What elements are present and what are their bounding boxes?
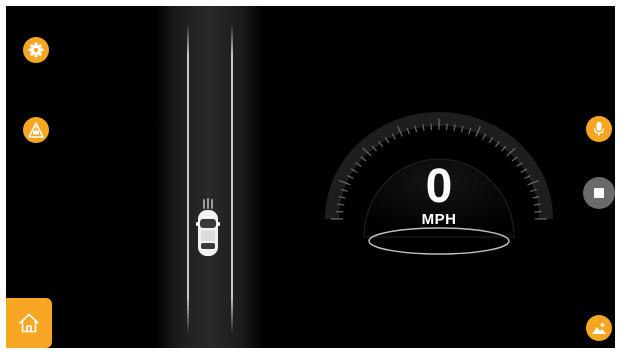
microphone-icon [593,122,605,136]
drive-screen: 0 MPH [6,6,615,348]
gauge-tick [430,123,433,131]
road-view-button[interactable] [23,117,49,143]
road [154,6,264,348]
speed-unit: MPH [421,211,457,228]
home-button[interactable] [6,298,52,348]
road-camera-icon [28,122,44,138]
microphone-button[interactable] [586,116,612,142]
speed-value: 0 [425,160,453,213]
lane-line-left [187,24,189,334]
settings-button[interactable] [23,37,49,63]
stop-button[interactable] [583,177,615,209]
gear-icon [28,42,44,58]
home-icon [19,313,39,333]
car-icon [196,198,220,256]
gallery-button[interactable] [586,315,612,341]
lane-line-right [231,24,233,334]
image-icon [592,323,606,334]
gauge-tick [336,210,344,213]
gauge-tick [445,123,448,131]
gauge-tick [534,210,542,213]
stop-icon [594,188,604,198]
